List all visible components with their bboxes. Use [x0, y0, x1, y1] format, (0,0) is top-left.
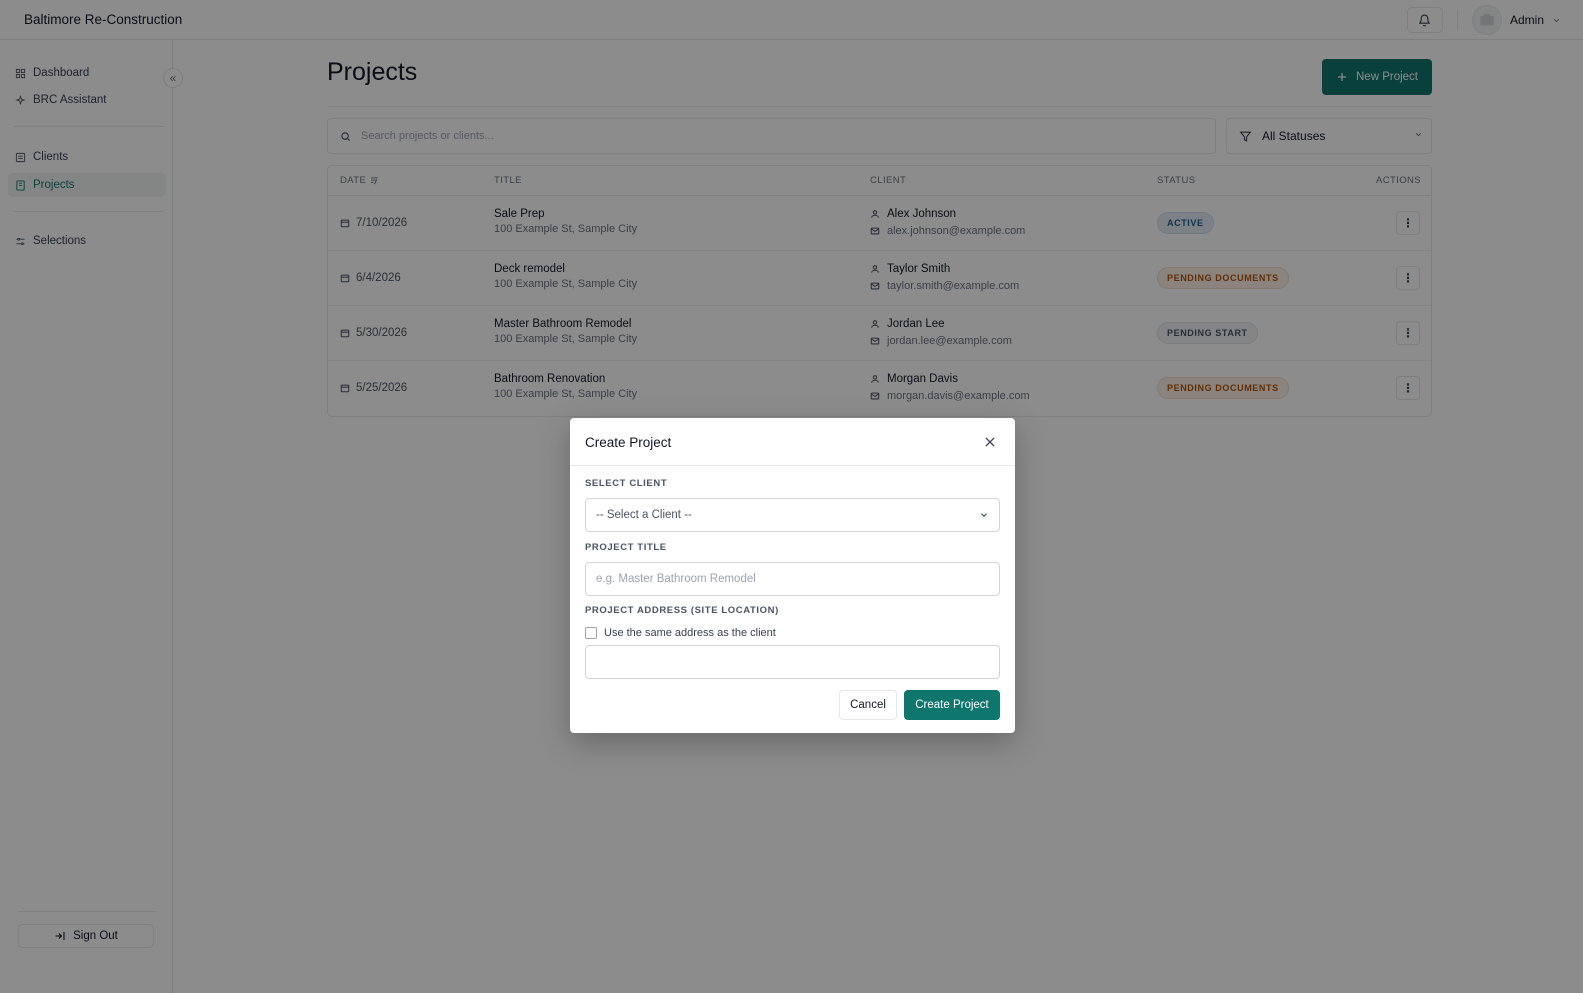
create-project-dialog: Create Project SELECT CLIENT -- Select a… — [570, 418, 1015, 733]
dialog-header: Create Project — [570, 418, 1015, 466]
client-select-value: -- Select a Client -- — [596, 509, 692, 521]
close-button[interactable] — [983, 435, 997, 449]
project-title-field-wrap — [585, 562, 1000, 596]
same-address-option[interactable]: Use the same address as the client — [585, 627, 776, 639]
project-address-input[interactable] — [596, 656, 986, 668]
project-address-field-wrap — [585, 645, 1000, 679]
project-address-label: PROJECT ADDRESS (SITE LOCATION) — [585, 605, 779, 616]
client-select[interactable]: -- Select a Client -- — [585, 498, 1000, 532]
cancel-button[interactable]: Cancel — [839, 690, 897, 720]
same-address-checkbox[interactable] — [585, 627, 597, 639]
close-icon — [985, 437, 995, 447]
create-project-button[interactable]: Create Project — [904, 690, 1000, 720]
chevron-down-icon — [981, 513, 987, 517]
select-client-label: SELECT CLIENT — [585, 478, 668, 489]
same-address-label: Use the same address as the client — [604, 627, 776, 639]
project-title-input[interactable] — [596, 573, 986, 585]
dialog-title: Create Project — [585, 435, 672, 450]
project-title-label: PROJECT TITLE — [585, 542, 667, 553]
